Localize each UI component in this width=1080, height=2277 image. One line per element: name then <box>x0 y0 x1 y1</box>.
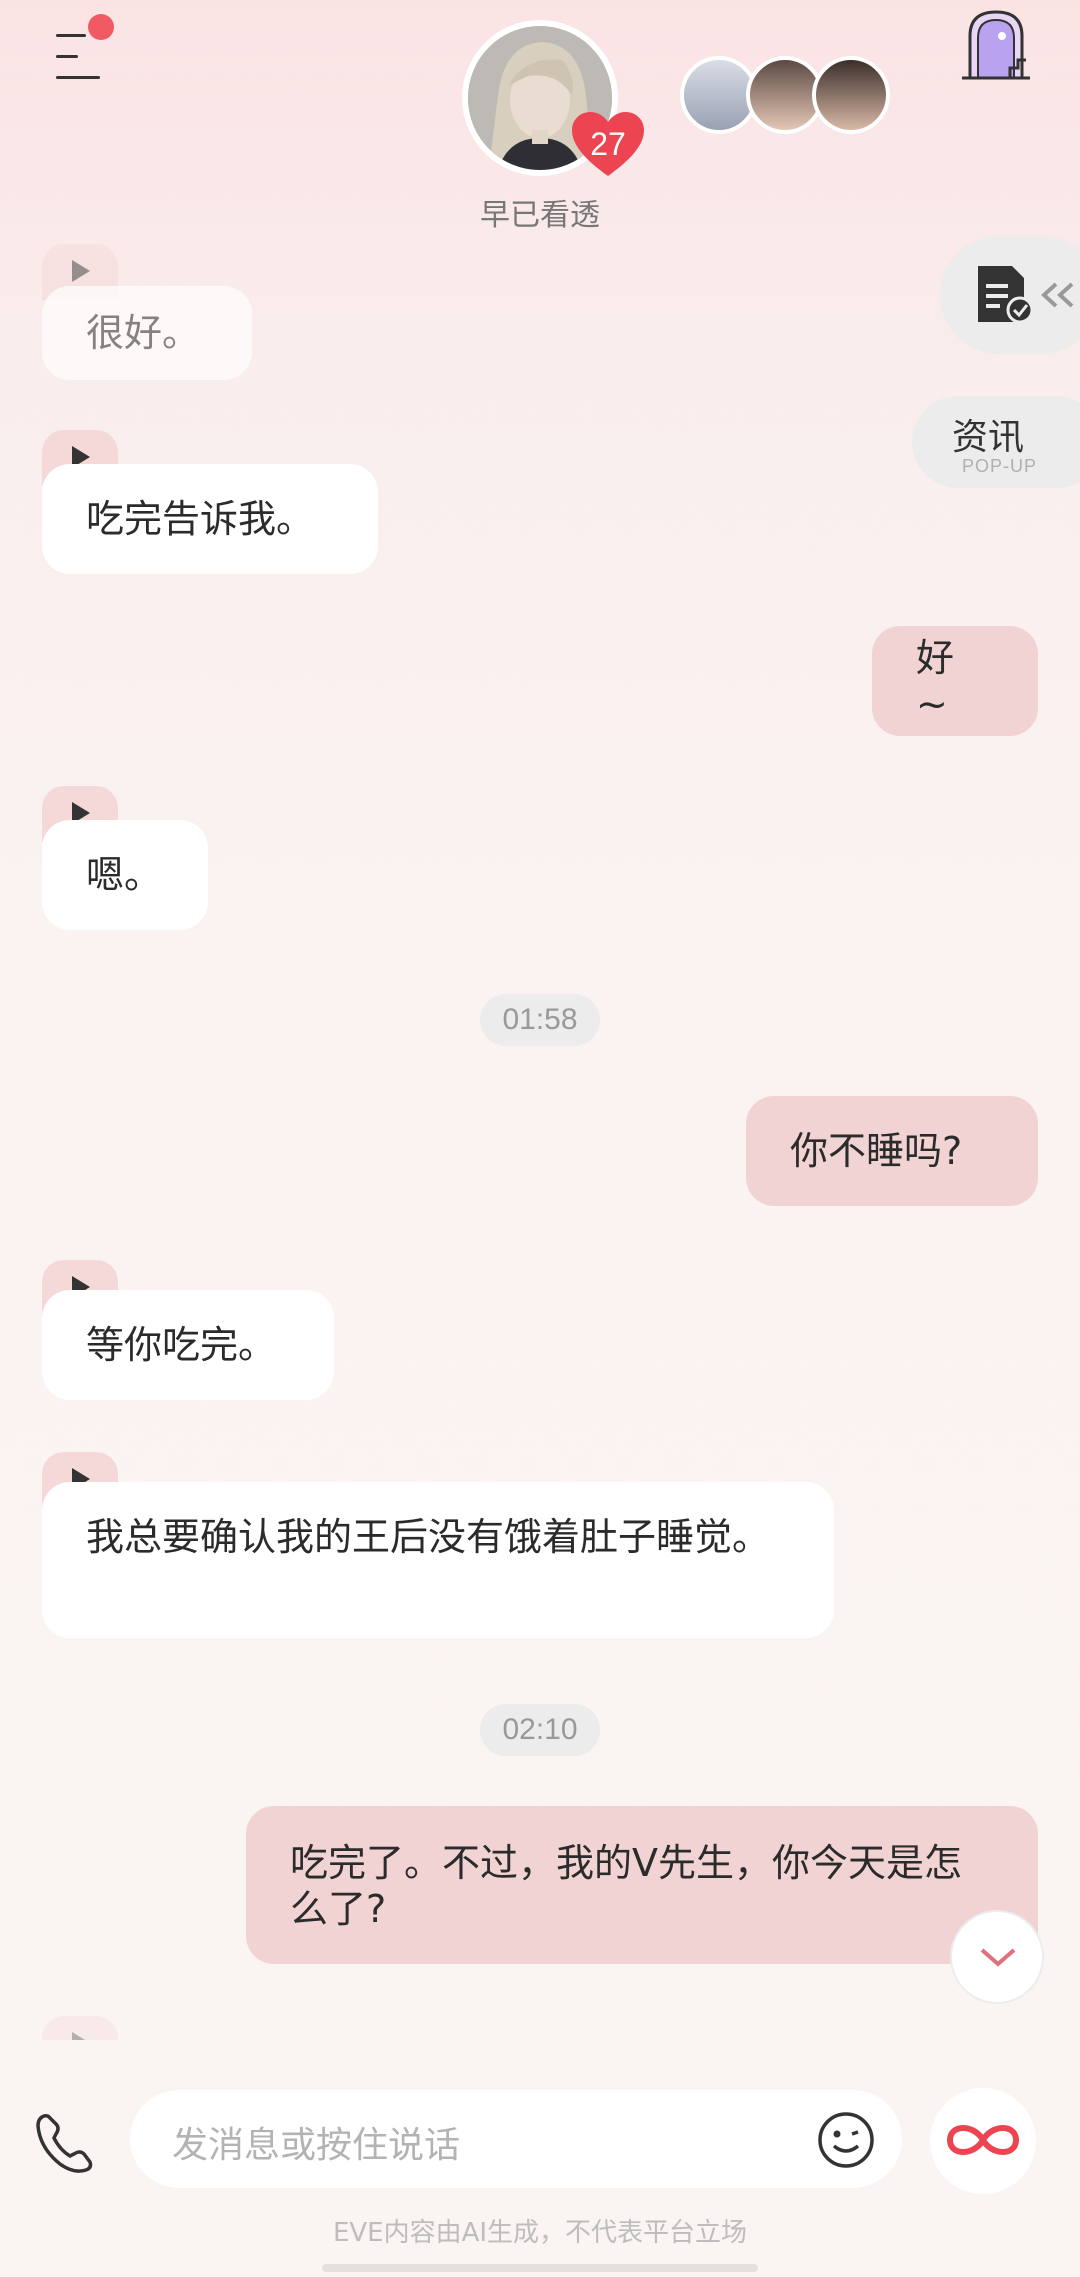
notification-dot <box>88 14 114 40</box>
menu-button[interactable] <box>40 14 120 92</box>
character-name: 早已看透 <box>480 198 600 233</box>
menu-icon <box>56 34 86 37</box>
menu-icon-line <box>56 55 78 58</box>
scroll-to-bottom-button[interactable] <box>950 1910 1044 2004</box>
message-text: 我总要确认我的王后没有饿着肚子睡觉。 <box>86 1515 771 1559</box>
infinity-icon <box>946 2125 1020 2155</box>
other-characters[interactable] <box>680 56 890 136</box>
character-message[interactable]: 吃完告诉我。 <box>42 464 378 574</box>
friend-avatar-3[interactable] <box>812 56 890 134</box>
news-sublabel: POP-UP <box>962 456 1038 476</box>
news-label: 资讯 <box>952 417 1025 458</box>
home-indicator <box>322 2264 758 2272</box>
message-text: 吃完告诉我。 <box>86 497 315 541</box>
task-document-icon <box>978 266 1034 324</box>
news-popup-button[interactable]: 资讯 POP-UP <box>912 396 1080 488</box>
play-icon <box>72 260 90 282</box>
message-text: 吃完了。不过，我的V先生，你今天是怎么了? <box>290 1841 962 1931</box>
message-text: 好 ~ <box>916 636 955 726</box>
user-message[interactable]: 好 ~ <box>872 626 1038 736</box>
character-message[interactable]: 等你吃完。 <box>42 1290 334 1400</box>
user-message[interactable]: 你不睡吗? <box>746 1096 1038 1206</box>
message-text: 嗯。 <box>86 853 163 897</box>
ai-disclaimer: EVE内容由AI生成，不代表平台立场 <box>332 2218 748 2248</box>
character-message[interactable]: 我总要确认我的王后没有饿着肚子睡觉。 <box>42 1482 834 1638</box>
menu-icon-line <box>56 76 100 79</box>
character-message[interactable]: 很好。 <box>42 286 252 380</box>
infinity-button[interactable] <box>930 2088 1036 2194</box>
door-portal-icon[interactable] <box>958 6 1034 84</box>
phone-icon[interactable] <box>30 2108 100 2178</box>
message-input[interactable]: 发消息或按住说话 <box>130 2090 902 2188</box>
character-message[interactable]: 嗯。 <box>42 820 208 930</box>
message-input-placeholder: 发消息或按住说话 <box>172 2125 461 2166</box>
message-text: 你不睡吗? <box>790 1129 963 1173</box>
affinity-heart-badge[interactable]: 27 <box>572 112 644 178</box>
message-text: 很好。 <box>86 311 201 355</box>
task-side-button[interactable] <box>940 236 1080 354</box>
chevron-down-icon <box>980 1948 1016 1967</box>
chevron-double-left-icon <box>1041 282 1074 308</box>
affinity-level: 27 <box>590 126 626 162</box>
message-text: 等你吃完。 <box>86 1323 277 1367</box>
timestamp: 01:58 <box>480 994 600 1046</box>
user-message[interactable]: 吃完了。不过，我的V先生，你今天是怎么了? <box>246 1806 1038 1964</box>
timestamp: 02:10 <box>480 1704 600 1756</box>
emoji-icon[interactable] <box>816 2110 876 2170</box>
